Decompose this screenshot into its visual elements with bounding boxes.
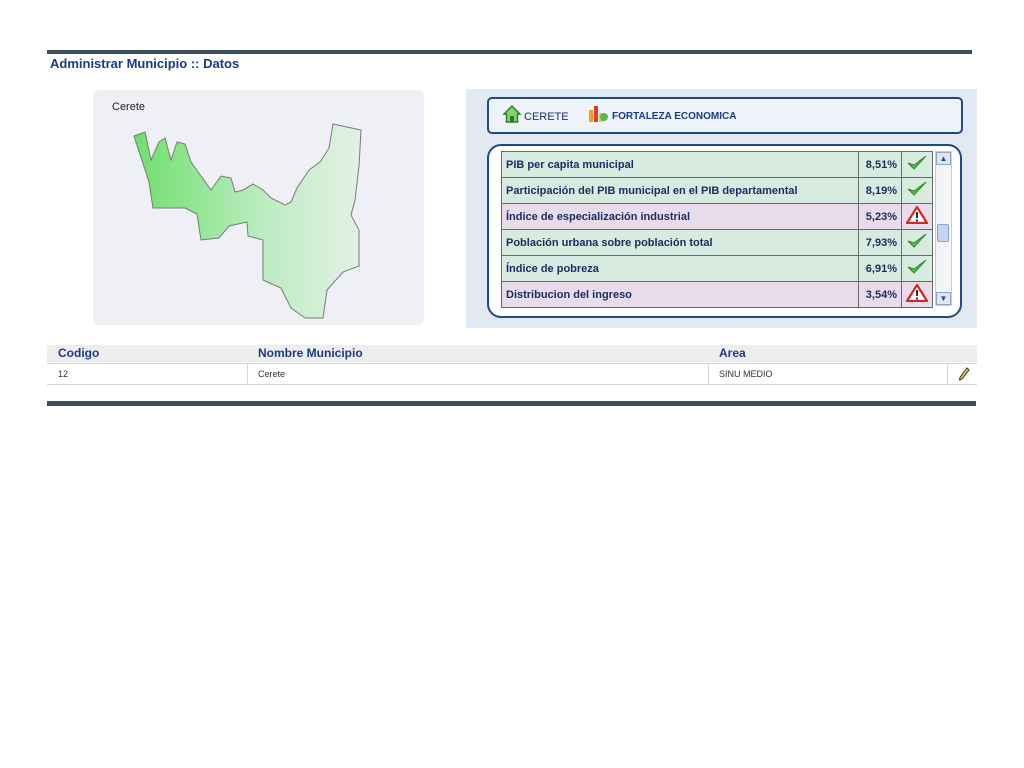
indicator-status <box>901 151 933 178</box>
indicator-row[interactable]: Distribucion del ingreso 3,54% <box>501 281 933 308</box>
bottom-border <box>47 401 976 406</box>
indicator-value: 6,91% <box>858 255 902 282</box>
check-icon <box>907 259 927 274</box>
check-icon <box>907 155 927 170</box>
indicator-status <box>901 255 933 282</box>
col-codigo[interactable]: Codigo <box>58 346 99 360</box>
indicator-name: Distribucion del ingreso <box>501 281 859 308</box>
indicator-status <box>901 203 933 230</box>
cell-nombre: Cerete <box>247 364 708 384</box>
indicator-name: Índice de especialización industrial <box>501 203 859 230</box>
top-border <box>47 50 972 54</box>
indicator-value: 8,19% <box>858 177 902 204</box>
check-icon <box>907 233 927 248</box>
check-icon <box>907 181 927 196</box>
city-label[interactable]: CERETE <box>524 111 569 123</box>
pencil-icon[interactable] <box>958 367 970 381</box>
indicator-value: 3,54% <box>858 281 902 308</box>
indicator-name: Población urbana sobre población total <box>501 229 859 256</box>
indicator-name: Índice de pobreza <box>501 255 859 282</box>
scroll-up-button[interactable]: ▲ <box>936 152 951 165</box>
indicator-row[interactable]: Participación del PIB municipal en el PI… <box>501 177 933 204</box>
page-title: Administrar Municipio :: Datos <box>50 56 240 71</box>
indicator-status <box>901 281 933 308</box>
indicator-scrollbar[interactable]: ▲ ▼ <box>935 151 952 306</box>
indicator-status <box>901 229 933 256</box>
indicator-row[interactable]: Índice de especialización industrial 5,23… <box>501 203 933 230</box>
table-row[interactable]: 12 Cerete SINU MEDIO <box>47 363 977 385</box>
scroll-thumb[interactable] <box>937 224 949 242</box>
scroll-down-button[interactable]: ▼ <box>936 292 951 305</box>
indicator-name: Participación del PIB municipal en el PI… <box>501 177 859 204</box>
municipio-shape <box>133 123 362 319</box>
home-icon[interactable] <box>502 104 522 124</box>
municipio-map: Cerete <box>93 90 424 325</box>
indicator-value: 5,23% <box>858 203 902 230</box>
indicator-name: PIB per capita municipal <box>501 151 859 178</box>
warning-icon <box>905 205 929 225</box>
indicator-value: 7,93% <box>858 229 902 256</box>
cell-area: SINU MEDIO <box>708 364 947 384</box>
chart-icon <box>589 106 608 122</box>
indicator-header: CERETE FORTALEZA ECONOMICA <box>487 97 963 134</box>
map-label: Cerete <box>112 101 146 113</box>
grid-header: Codigo Nombre Municipio Area <box>47 345 977 362</box>
col-nombre-municipio[interactable]: Nombre Municipio <box>258 346 363 360</box>
indicator-status <box>901 177 933 204</box>
indicator-panel: CERETE FORTALEZA ECONOMICA PIB per capit… <box>466 89 977 328</box>
indicator-row[interactable]: Población urbana sobre población total 7,… <box>501 229 933 256</box>
warning-icon <box>905 283 929 303</box>
cell-codigo: 12 <box>58 369 69 379</box>
indicator-row[interactable]: Índice de pobreza 6,91% <box>501 255 933 282</box>
indicator-table-box: PIB per capita municipal 8,51% Participaci… <box>487 144 962 318</box>
indicator-value: 8,51% <box>858 151 902 178</box>
col-area[interactable]: Area <box>719 346 746 360</box>
category-label: FORTALEZA ECONOMICA <box>612 111 737 122</box>
municipio-panel: Administrar Municipio :: Datos Cerete CE… <box>47 50 977 406</box>
indicator-row[interactable]: PIB per capita municipal 8,51% <box>501 151 933 178</box>
indicator-table: PIB per capita municipal 8,51% Participaci… <box>501 151 933 308</box>
